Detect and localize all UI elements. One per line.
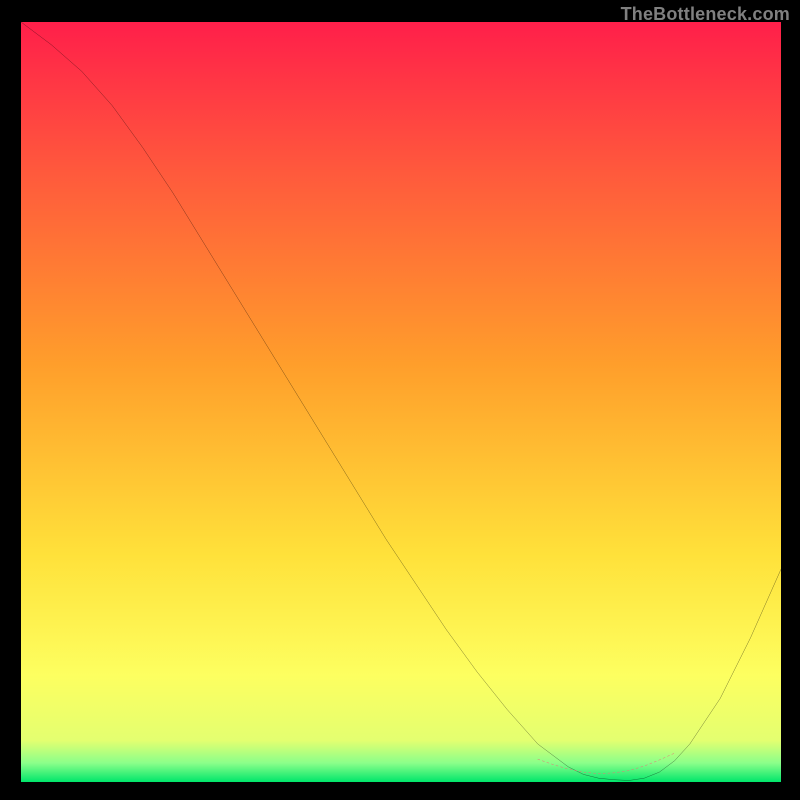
chart-plot (21, 22, 781, 782)
watermark-text: TheBottleneck.com (621, 4, 790, 25)
gradient-background (21, 22, 781, 782)
chart-container: TheBottleneck.com (0, 0, 800, 800)
